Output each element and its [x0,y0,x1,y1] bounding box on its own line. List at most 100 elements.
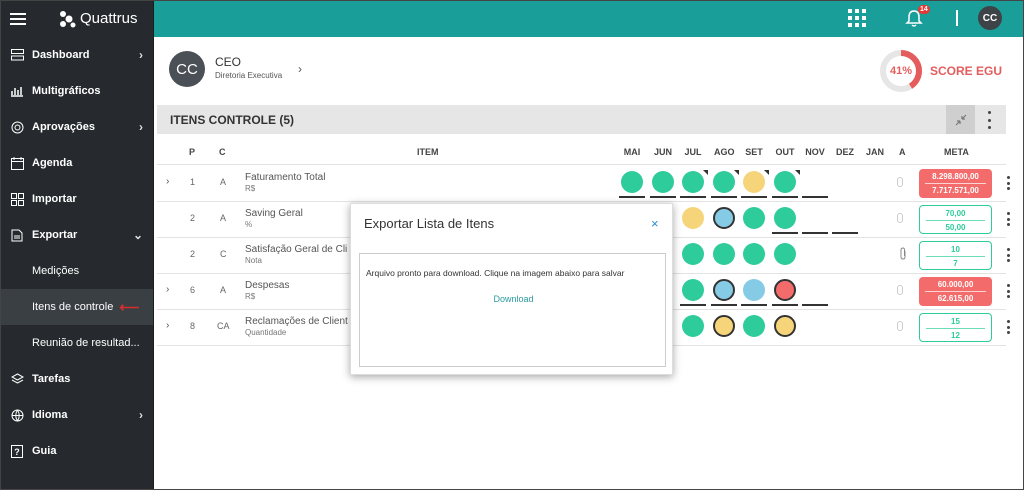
attachment-placeholder [897,321,903,331]
item-name[interactable]: Saving Geral [245,208,303,219]
status-dot[interactable] [621,171,643,193]
item-name[interactable]: Satisfação Geral de Cli [245,244,347,255]
status-dot[interactable] [743,207,765,229]
status-dot[interactable] [682,279,704,301]
sidebar-item-10[interactable]: Idioma › [0,397,153,433]
sidebar-item-1[interactable]: Multigráficos [0,73,153,109]
expand-chevron-icon[interactable]: › [166,320,169,331]
item-unit: % [245,220,253,229]
status-underline [832,232,858,234]
row-more-icon[interactable] [1005,176,1011,190]
status-dot[interactable] [774,207,796,229]
status-underline [772,304,798,306]
status-dot[interactable] [652,171,674,193]
export-modal: Exportar Lista de Itens × Arquivo pronto… [350,203,673,375]
user-avatar[interactable]: CC [978,6,1002,30]
status-dot[interactable] [774,279,796,301]
close-icon[interactable]: × [651,216,659,231]
sidebar-nav: Dashboard › Multigráficos Aprovações › Agenda… [0,37,153,469]
item-unit: R$ [245,292,256,301]
row-more-icon[interactable] [1005,248,1011,262]
expand-chevron-icon[interactable]: › [166,176,169,187]
status-dot[interactable] [682,207,704,229]
cell-c: A [220,213,227,223]
app-name: Quattrus [80,10,138,27]
col-header-month: JUN [653,147,672,157]
expand-chevron-icon[interactable]: › [166,284,169,295]
sidebar-item-11[interactable]: ? Guia [0,433,153,469]
status-dot[interactable] [713,243,735,265]
status-dot[interactable] [774,243,796,265]
status-dot[interactable] [774,171,796,193]
item-name[interactable]: Reclamações de Client [245,316,348,327]
status-dot[interactable] [682,171,704,193]
table-row[interactable]: › 1 A Faturamento Total R$ 8.298.800,00 7.717.… [157,165,1010,201]
meta-actual: 7 [953,259,958,268]
status-dot[interactable] [774,315,796,337]
row-more-icon[interactable] [1005,212,1011,226]
item-name[interactable]: Faturamento Total [245,172,325,183]
row-more-icon[interactable] [1005,320,1011,334]
status-dot[interactable] [713,315,735,337]
apps-grid-icon[interactable] [848,9,866,27]
status-dot[interactable] [713,171,735,193]
modal-content-box: Arquivo pronto para download. Clique na … [359,253,666,367]
sidebar-item-2[interactable]: Aprovações › [0,109,153,145]
profile-chevron-icon[interactable]: › [298,62,302,76]
section-more-icon[interactable] [986,111,992,129]
meta-separator [926,220,985,221]
meta-actual: 7.717.571,00 [932,186,979,195]
sidebar-item-5[interactable]: Exportar ⌄ [0,217,153,253]
download-link[interactable]: Download [360,294,667,304]
profile-department: Diretoria Executiva [215,71,283,80]
attachment-placeholder [897,213,903,223]
meta-actual: 12 [951,331,960,340]
meta-actual: 50,00 [945,223,966,232]
collapse-button[interactable] [946,105,975,134]
meta-badge: 8.298.800,00 7.717.571,00 [919,169,992,198]
sidebar-item-3[interactable]: Agenda [0,145,153,181]
sidebar-item-7[interactable]: Itens de controle ⟵ [0,289,153,325]
row-more-icon[interactable] [1005,284,1011,298]
cell-p: 2 [190,213,196,223]
col-header-meta: META [944,147,969,157]
menu-icon[interactable] [10,12,26,25]
status-dot[interactable] [743,243,765,265]
paperclip-icon[interactable] [899,247,907,262]
status-corner-marker [734,170,739,175]
cell-p: 1 [190,177,196,187]
sidebar-item-6[interactable]: Medições [0,253,153,289]
sidebar-item-4[interactable]: Importar [0,181,153,217]
status-dot[interactable] [743,315,765,337]
col-header-c: C [219,147,226,157]
chevron-icon: › [139,48,143,62]
sidebar-item-label: Dashboard [32,49,90,61]
sidebar-item-9[interactable]: Tarefas [0,361,153,397]
notifications-button[interactable]: 14 [904,5,930,33]
profile-role: CEO [215,55,242,69]
sidebar-item-0[interactable]: Dashboard › [0,37,153,73]
status-dot[interactable] [743,279,765,301]
import-icon [10,192,24,206]
status-dot[interactable] [682,315,704,337]
modal-title: Exportar Lista de Itens [364,216,495,231]
sidebar-item-8[interactable]: Reunião de resultad... [0,325,153,361]
section-header: ITENS CONTROLE (5) [157,105,1006,134]
status-dot[interactable] [743,171,765,193]
modal-message: Arquivo pronto para download. Clique na … [366,268,625,278]
item-name[interactable]: Despesas [245,280,289,291]
status-dot[interactable] [713,207,735,229]
quattrus-logo-icon [60,10,76,27]
status-dot[interactable] [682,243,704,265]
status-underline [772,232,798,234]
chart-icon [10,84,24,98]
meta-badge: 15 12 [919,313,992,342]
status-corner-marker [703,170,708,175]
attachment-placeholder [897,285,903,295]
globe-icon [10,408,24,422]
meta-badge: 70,00 50,00 [919,205,992,234]
cell-p: 8 [190,321,196,331]
meta-separator [926,256,985,257]
meta-separator [925,291,986,292]
status-dot[interactable] [713,279,735,301]
